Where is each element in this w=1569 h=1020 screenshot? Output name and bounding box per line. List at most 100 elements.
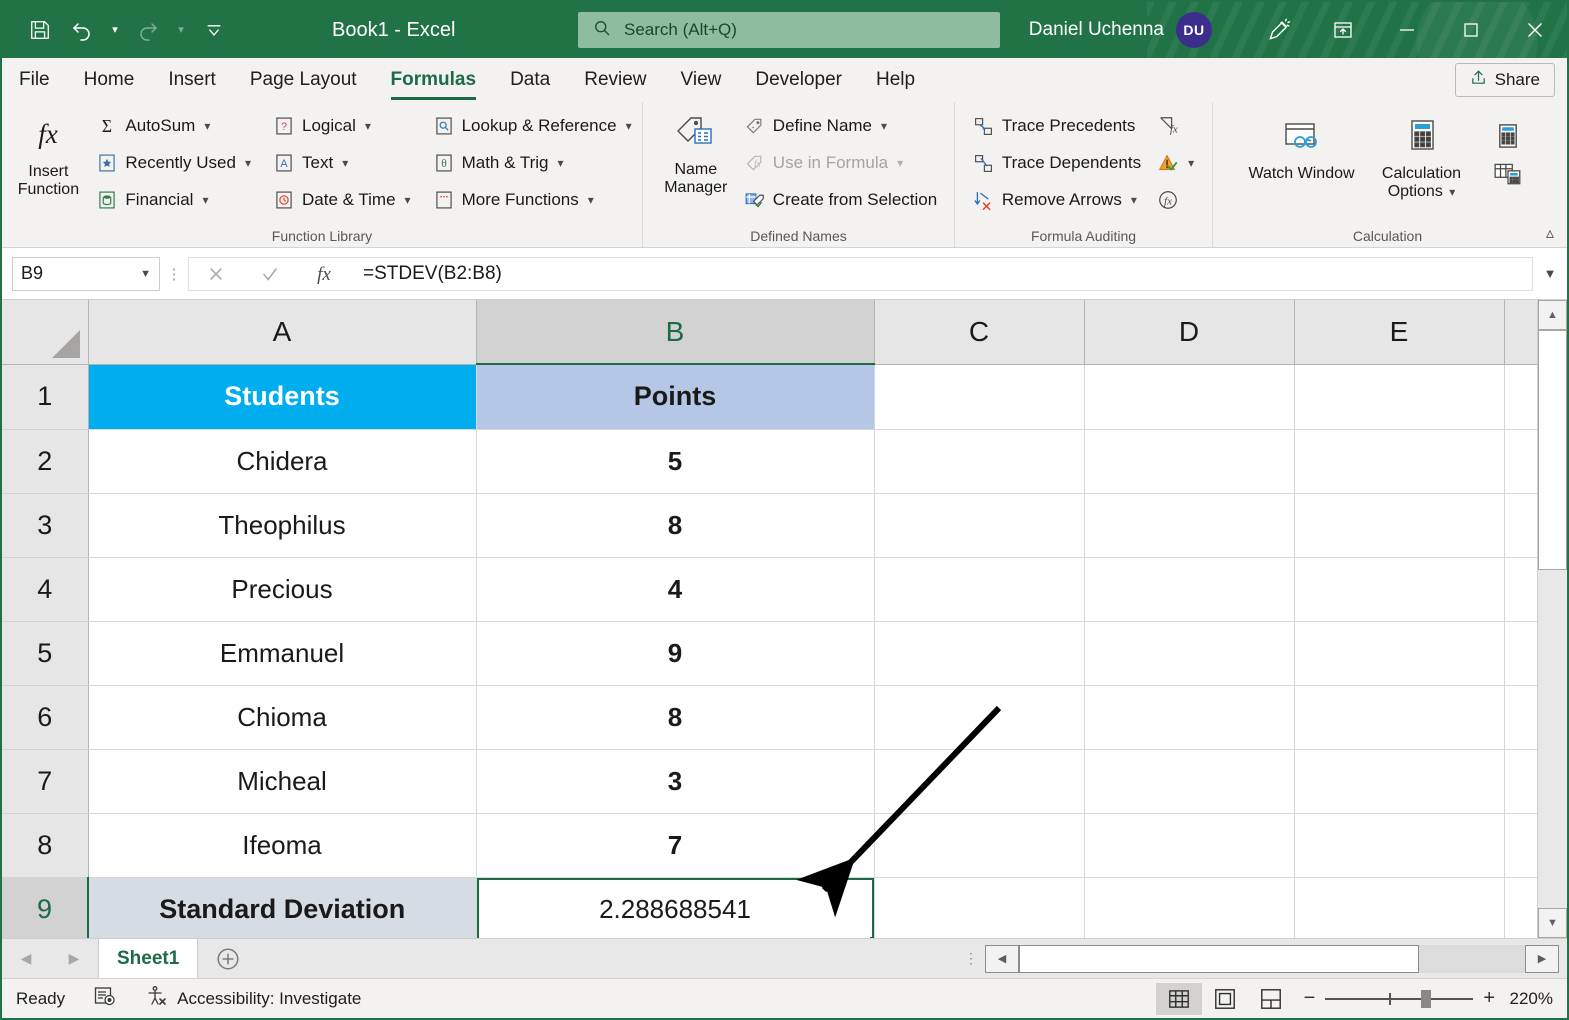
- tab-data[interactable]: Data: [493, 58, 567, 102]
- chevron-left-icon[interactable]: ◀: [21, 950, 32, 967]
- accessibility-status[interactable]: Accessibility: Investigate: [131, 984, 375, 1013]
- chevron-down-icon[interactable]: ▾: [1131, 193, 1137, 207]
- cell-c5[interactable]: [874, 621, 1085, 686]
- save-icon[interactable]: [20, 10, 60, 50]
- define-name-button[interactable]: Define Name ▾: [738, 108, 943, 144]
- calculation-options-button[interactable]: Calculation Options ▾: [1363, 114, 1481, 201]
- cell-c2[interactable]: [874, 429, 1085, 494]
- cell-c6[interactable]: [874, 685, 1085, 750]
- chevron-down-icon[interactable]: ▼: [140, 268, 151, 280]
- cell-d7[interactable]: [1084, 749, 1295, 814]
- formula-input[interactable]: =STDEV(B2:B8): [351, 256, 1533, 291]
- insert-function-button[interactable]: fx Insert Function: [6, 108, 90, 199]
- select-all-corner[interactable]: [2, 300, 89, 365]
- evaluate-formula-button[interactable]: fx: [1151, 182, 1200, 218]
- cell-e4[interactable]: [1294, 557, 1505, 622]
- cell-e5[interactable]: [1294, 621, 1505, 686]
- cell-c8[interactable]: [874, 813, 1085, 878]
- cell-d9[interactable]: [1084, 877, 1295, 938]
- tab-file[interactable]: File: [2, 58, 67, 102]
- cell-f5[interactable]: [1504, 621, 1537, 686]
- cell-e8[interactable]: [1294, 813, 1505, 878]
- cell-d5[interactable]: [1084, 621, 1295, 686]
- row-header-7[interactable]: 7: [2, 749, 89, 814]
- cell-f6[interactable]: [1504, 685, 1537, 750]
- cell-d2[interactable]: [1084, 429, 1295, 494]
- chevron-down-icon[interactable]: ▾: [881, 119, 887, 133]
- vertical-scroll-thumb[interactable]: [1538, 330, 1567, 570]
- calculate-now-button[interactable]: [1487, 118, 1529, 154]
- cell-f7[interactable]: [1504, 749, 1537, 814]
- cell-e7[interactable]: [1294, 749, 1505, 814]
- chevron-down-icon[interactable]: ▾: [897, 156, 903, 170]
- math-trig-button[interactable]: θ Math & Trig ▾: [427, 145, 638, 181]
- tab-page-layout[interactable]: Page Layout: [233, 58, 374, 102]
- search-input[interactable]: [624, 20, 954, 40]
- trace-precedents-button[interactable]: Trace Precedents: [967, 108, 1147, 144]
- text-button[interactable]: A Text ▾: [267, 145, 417, 181]
- page-break-preview-icon[interactable]: [1248, 983, 1294, 1015]
- cell-f8[interactable]: [1504, 813, 1537, 878]
- more-functions-button[interactable]: More Functions ▾: [427, 182, 638, 218]
- calculate-sheet-button[interactable]: [1487, 155, 1529, 191]
- cell-c9[interactable]: [874, 877, 1085, 938]
- chevron-right-icon[interactable]: ▶: [69, 950, 80, 967]
- cell-e9[interactable]: [1294, 877, 1505, 938]
- zoom-level[interactable]: 220%: [1505, 989, 1567, 1009]
- undo-icon[interactable]: [62, 10, 102, 50]
- column-header-b[interactable]: B: [476, 300, 875, 365]
- horizontal-scroll-thumb[interactable]: [1019, 944, 1419, 973]
- undo-dropdown-icon[interactable]: ▾: [104, 10, 126, 50]
- cell-f2[interactable]: [1504, 429, 1537, 494]
- chevron-down-icon[interactable]: ▾: [588, 193, 594, 207]
- cell-c7[interactable]: [874, 749, 1085, 814]
- vertical-scroll-track[interactable]: [1538, 570, 1567, 908]
- cell-a7[interactable]: Micheal: [88, 749, 477, 814]
- cell-c3[interactable]: [874, 493, 1085, 558]
- column-header-f-partial[interactable]: [1504, 300, 1537, 365]
- chevron-down-icon[interactable]: ▾: [202, 193, 208, 207]
- formula-bar-expand-icon[interactable]: ▼: [1533, 266, 1567, 281]
- cell-b5[interactable]: 9: [476, 621, 875, 686]
- chevron-down-icon[interactable]: ▾: [365, 119, 371, 133]
- cell-d1[interactable]: [1084, 364, 1295, 430]
- cell-b9[interactable]: 2.288688541: [476, 877, 875, 938]
- redo-icon[interactable]: [128, 10, 168, 50]
- chevron-down-icon[interactable]: ▾: [1449, 185, 1455, 199]
- cell-e3[interactable]: [1294, 493, 1505, 558]
- cell-a1[interactable]: Students: [88, 364, 477, 430]
- cell-b4[interactable]: 4: [476, 557, 875, 622]
- user-account[interactable]: Daniel Uchenna DU: [1029, 2, 1212, 58]
- show-formulas-button[interactable]: fx: [1151, 108, 1200, 144]
- cell-e1[interactable]: [1294, 364, 1505, 430]
- customize-quick-access-icon[interactable]: [194, 10, 234, 50]
- row-header-6[interactable]: 6: [2, 685, 89, 750]
- watch-window-button[interactable]: Watch Window: [1247, 114, 1357, 183]
- cell-b8[interactable]: 7: [476, 813, 875, 878]
- formula-bar-grip[interactable]: ⋮: [160, 265, 188, 283]
- logical-button[interactable]: ? Logical ▾: [267, 108, 417, 144]
- column-header-a[interactable]: A: [88, 300, 477, 365]
- cell-d4[interactable]: [1084, 557, 1295, 622]
- avatar[interactable]: DU: [1176, 12, 1212, 48]
- ribbon-collapse-icon[interactable]: ▵: [1546, 223, 1554, 243]
- cell-a4[interactable]: Precious: [88, 557, 477, 622]
- recently-used-button[interactable]: Recently Used ▾: [90, 145, 257, 181]
- cell-f1[interactable]: [1504, 364, 1537, 430]
- zoom-out-button[interactable]: −: [1304, 987, 1316, 1010]
- normal-view-icon[interactable]: [1155, 982, 1202, 1015]
- zoom-slider-thumb[interactable]: [1421, 989, 1432, 1008]
- column-header-d[interactable]: D: [1084, 300, 1295, 365]
- cell-b6[interactable]: 8: [476, 685, 875, 750]
- horizontal-scrollbar[interactable]: ◀ ▶: [985, 939, 1567, 978]
- chevron-down-icon[interactable]: ▾: [558, 156, 564, 170]
- chevron-down-icon[interactable]: ▾: [1188, 156, 1194, 170]
- cell-f4[interactable]: [1504, 557, 1537, 622]
- enter-icon[interactable]: [243, 258, 297, 290]
- cell-a3[interactable]: Theophilus: [88, 493, 477, 558]
- row-header-2[interactable]: 2: [2, 429, 89, 494]
- cell-c4[interactable]: [874, 557, 1085, 622]
- column-header-e[interactable]: E: [1294, 300, 1505, 365]
- record-macro-button[interactable]: [79, 985, 131, 1012]
- tab-insert[interactable]: Insert: [151, 58, 233, 102]
